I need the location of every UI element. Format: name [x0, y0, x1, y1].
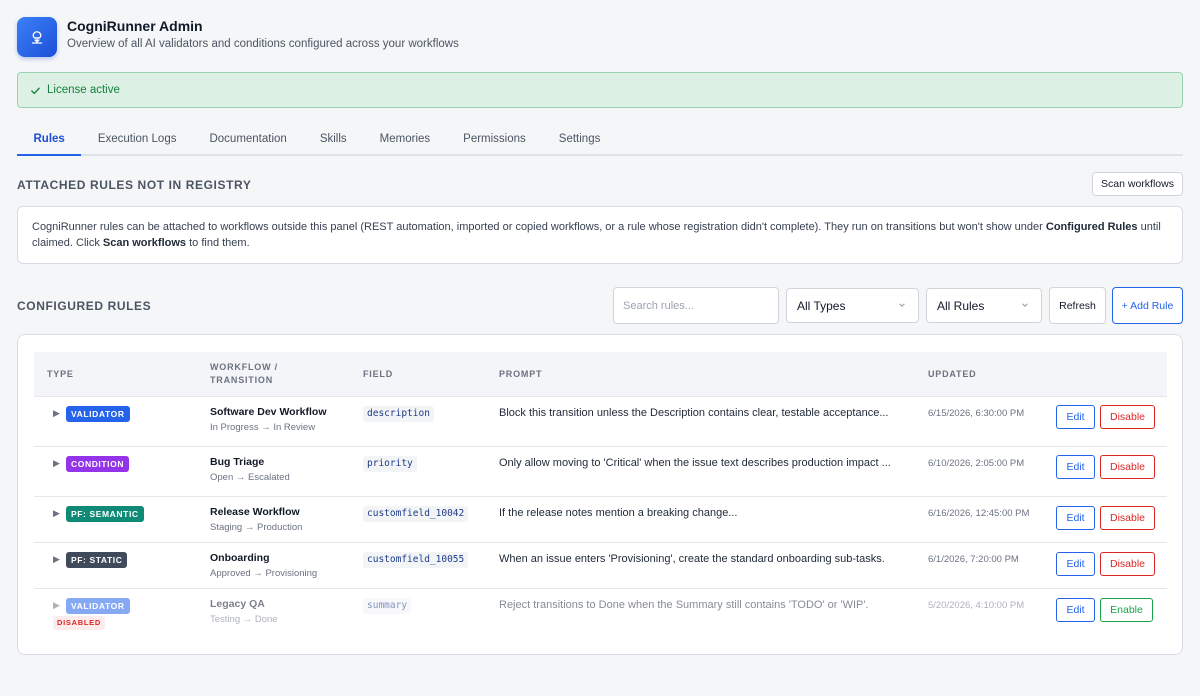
- edit-button[interactable]: Edit: [1056, 598, 1095, 622]
- table-header: TYPE WORKFLOW / TRANSITION FIELD PROMPT …: [34, 352, 1167, 397]
- enable-button[interactable]: Enable: [1100, 598, 1153, 622]
- header-type: TYPE: [47, 369, 74, 379]
- updated-time: 6/16/2026, 12:45:00 PM: [928, 508, 1030, 519]
- field-name: customfield_10042: [363, 506, 469, 522]
- prompt-text: Only allow moving to 'Critical' when the…: [499, 457, 891, 469]
- scan-workflows-button[interactable]: Scan workflows: [1092, 172, 1183, 196]
- header-prompt: PROMPT: [499, 369, 543, 379]
- app-title: CogniRunner Admin: [67, 18, 203, 34]
- workflow-name: Software Dev Workflow: [210, 406, 327, 418]
- type-badge: VALIDATOR: [66, 598, 130, 614]
- tab-settings[interactable]: Settings: [542, 127, 617, 156]
- chevron-down-icon: [1021, 301, 1029, 309]
- disable-button[interactable]: Disable: [1100, 405, 1155, 429]
- header-workflow: WORKFLOW / TRANSITION: [210, 362, 278, 385]
- disabled-badge: DISABLED: [53, 616, 105, 630]
- table-row: ▶ PF: STATIC Onboarding Approved → Provi…: [34, 543, 1167, 589]
- prompt-text: If the release notes mention a breaking …: [499, 507, 738, 519]
- updated-time: 6/1/2026, 7:20:00 PM: [928, 554, 1019, 565]
- license-banner: License active: [17, 72, 1183, 108]
- updated-time: 6/15/2026, 6:30:00 PM: [928, 408, 1025, 419]
- type-filter-select[interactable]: All Types: [786, 288, 919, 323]
- workflow-name: Onboarding: [210, 552, 270, 564]
- prompt-text: Block this transition unless the Descrip…: [499, 407, 889, 419]
- disable-button[interactable]: Disable: [1100, 552, 1155, 576]
- table-row: ▶ VALIDATOR Software Dev Workflow In Pro…: [34, 397, 1167, 447]
- app-logo-icon: [17, 17, 57, 57]
- edit-button[interactable]: Edit: [1056, 506, 1095, 530]
- workflow-name: Release Workflow: [210, 506, 300, 518]
- tab-documentation[interactable]: Documentation: [193, 127, 303, 156]
- transition-name: Staging → Production: [210, 522, 303, 533]
- search-rules-input[interactable]: [613, 287, 779, 324]
- type-badge: PF: STATIC: [66, 552, 128, 568]
- transition-name: Open → Escalated: [210, 472, 290, 483]
- field-name: summary: [363, 598, 412, 614]
- tab-permissions[interactable]: Permissions: [447, 127, 543, 156]
- add-rule-button[interactable]: + Add Rule: [1112, 287, 1183, 324]
- field-name: priority: [363, 456, 417, 472]
- edit-button[interactable]: Edit: [1056, 455, 1095, 479]
- transition-name: Testing → Done: [210, 614, 278, 625]
- rules-table: TYPE WORKFLOW / TRANSITION FIELD PROMPT …: [17, 334, 1183, 655]
- disable-button[interactable]: Disable: [1100, 455, 1155, 479]
- table-row: ▶ VALIDATOR DISABLED Legacy QA Testing →…: [34, 589, 1167, 635]
- expand-caret-icon[interactable]: ▶: [53, 554, 60, 565]
- header-field: FIELD: [363, 369, 393, 379]
- expand-caret-icon[interactable]: ▶: [53, 600, 60, 611]
- expand-caret-icon[interactable]: ▶: [53, 408, 60, 419]
- attached-rules-title: ATTACHED RULES NOT IN REGISTRY: [17, 178, 252, 192]
- expand-caret-icon[interactable]: ▶: [53, 458, 60, 469]
- tab-skills[interactable]: Skills: [303, 127, 363, 156]
- edit-button[interactable]: Edit: [1056, 552, 1095, 576]
- app-subtitle: Overview of all AI validators and condit…: [67, 38, 459, 50]
- tab-rules[interactable]: Rules: [17, 127, 82, 156]
- transition-name: In Progress → In Review: [210, 422, 316, 433]
- app-header: CogniRunner Admin Overview of all AI val…: [17, 17, 459, 57]
- attached-rules-info: CogniRunner rules can be attached to wor…: [17, 206, 1183, 264]
- tab-bar: Rules Execution Logs Documentation Skill…: [17, 127, 1183, 156]
- type-badge: PF: SEMANTIC: [66, 506, 144, 522]
- disable-button[interactable]: Disable: [1100, 506, 1155, 530]
- workflow-name: Bug Triage: [210, 456, 265, 468]
- prompt-text: Reject transitions to Done when the Summ…: [499, 599, 869, 611]
- table-row: ▶ PF: SEMANTIC Release Workflow Staging …: [34, 497, 1167, 543]
- updated-time: 5/20/2026, 4:10:00 PM: [928, 600, 1025, 611]
- table-row: ▶ CONDITION Bug Triage Open → Escalated …: [34, 447, 1167, 497]
- field-name: description: [363, 406, 434, 422]
- field-name: customfield_10055: [363, 552, 469, 568]
- refresh-button[interactable]: Refresh: [1049, 287, 1106, 324]
- chevron-down-icon: [898, 301, 906, 309]
- transition-name: Approved → Provisioning: [210, 568, 318, 579]
- configured-rules-title: CONFIGURED RULES: [17, 299, 152, 313]
- type-badge: VALIDATOR: [66, 406, 130, 422]
- workflow-name: Legacy QA: [210, 598, 265, 610]
- rule-filter-select[interactable]: All Rules: [926, 288, 1042, 323]
- prompt-text: When an issue enters 'Provisioning', cre…: [499, 553, 885, 565]
- expand-caret-icon[interactable]: ▶: [53, 508, 60, 519]
- tab-memories[interactable]: Memories: [363, 127, 446, 156]
- header-updated: UPDATED: [928, 369, 977, 379]
- check-icon: [30, 85, 41, 96]
- license-status: License active: [47, 84, 120, 96]
- updated-time: 6/10/2026, 2:05:00 PM: [928, 458, 1025, 469]
- type-badge: CONDITION: [66, 456, 130, 472]
- edit-button[interactable]: Edit: [1056, 405, 1095, 429]
- tab-execution-logs[interactable]: Execution Logs: [81, 127, 193, 156]
